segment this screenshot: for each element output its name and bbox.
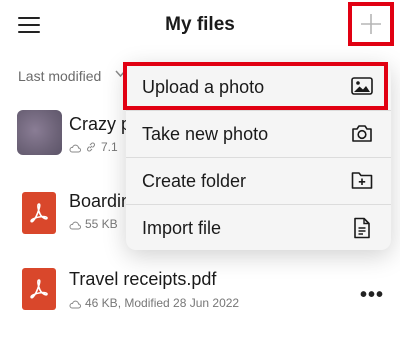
acrobat-icon [30,203,48,223]
add-button[interactable] [348,2,394,46]
file-meta-text: 7.1 [101,140,118,154]
file-name[interactable]: Boardin [69,191,131,212]
acrobat-icon [30,279,48,299]
file-thumbnail[interactable] [17,110,62,155]
file-meta: 46 KB, Modified 28 Jun 2022 [69,296,239,310]
highlight-box [123,62,388,110]
menu-item-label: Import file [142,218,222,238]
add-menu: Upload a photo Take new photo Create fol… [123,62,391,251]
link-icon [87,142,95,152]
page-title: My files [165,14,235,35]
more-options-icon[interactable]: ••• [360,284,384,307]
cloud-icon [69,300,81,309]
plus-icon [361,14,381,34]
menu-item-label: Create folder [142,171,247,191]
folder-add-icon [351,172,373,189]
document-icon [354,217,370,239]
menu-item-take-photo[interactable]: Take new photo [126,111,391,157]
file-meta: 7.1 [69,140,118,154]
camera-icon [352,125,372,142]
menu-item-upload-photo[interactable]: Upload a photo [123,62,391,110]
file-name[interactable]: Crazy p [69,114,131,135]
file-meta: 55 KB [69,217,118,231]
pdf-file-icon[interactable] [22,192,56,234]
pdf-file-icon[interactable] [22,268,56,310]
cloud-icon [69,144,81,153]
file-name[interactable]: Travel receipts.pdf [69,269,216,290]
menu-item-create-folder[interactable]: Create folder [126,158,391,204]
file-meta-text: 55 KB [85,217,118,231]
cloud-icon [69,221,81,230]
menu-item-label: Take new photo [142,124,269,144]
sort-label[interactable]: Last modified [18,68,101,84]
file-meta-text: 46 KB, Modified 28 Jun 2022 [85,296,240,310]
menu-item-import-file[interactable]: Import file [126,205,391,251]
